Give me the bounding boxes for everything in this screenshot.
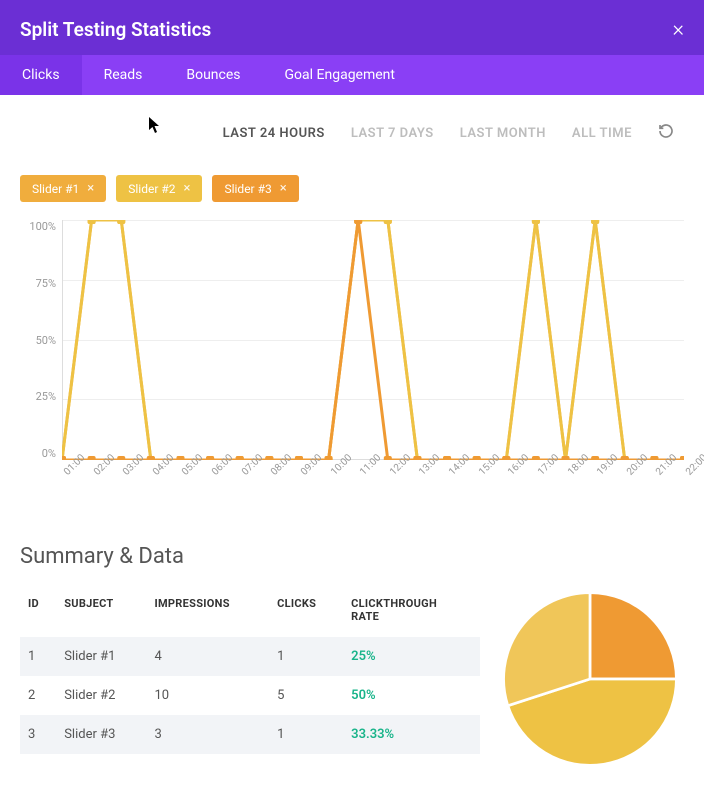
col-header: IMPRESSIONS xyxy=(146,589,269,637)
data-point xyxy=(384,220,392,224)
tab-clicks[interactable]: Clicks xyxy=(0,55,82,95)
col-header: SUBJECT xyxy=(56,589,146,637)
tab-bounces[interactable]: Bounces xyxy=(164,55,262,95)
summary-table: IDSUBJECTIMPRESSIONSCLICKSCLICKTHROUGHRA… xyxy=(20,589,480,754)
modal-title: Split Testing Statistics xyxy=(20,18,211,41)
data-point xyxy=(325,456,333,460)
table-row: 2Slider #210550% xyxy=(20,676,480,715)
data-point xyxy=(680,456,684,460)
data-point xyxy=(206,456,214,460)
remove-icon[interactable]: × xyxy=(280,181,287,196)
time-range-nav: LAST 24 HOURS LAST 7 DAYS LAST MONTH ALL TI… xyxy=(20,95,684,175)
table-row: 3Slider #33133.33% xyxy=(20,715,480,754)
time-range-all-time[interactable]: ALL TIME xyxy=(572,126,632,141)
data-point xyxy=(236,456,244,460)
table-row: 1Slider #14125% xyxy=(20,637,480,676)
col-header: CLICKS xyxy=(269,589,343,637)
chip-label: Slider #1 xyxy=(32,182,79,196)
y-axis: 100% 75% 50% 25% 0% xyxy=(20,220,60,460)
data-point xyxy=(562,456,570,460)
data-point xyxy=(591,220,599,224)
data-point xyxy=(62,456,66,460)
tab-goal-engagement[interactable]: Goal Engagement xyxy=(263,55,417,95)
data-point xyxy=(88,220,96,224)
data-point xyxy=(88,456,96,460)
data-point xyxy=(384,456,392,460)
chip-label: Slider #2 xyxy=(128,182,175,196)
data-point xyxy=(621,456,629,460)
data-point xyxy=(176,456,184,460)
data-point xyxy=(443,456,451,460)
cell-clicks: 1 xyxy=(269,637,343,676)
modal-header: Split Testing Statistics × xyxy=(0,0,704,55)
data-point xyxy=(473,456,481,460)
series-filter-chips: Slider #1 × Slider #2 × Slider #3 × xyxy=(20,175,684,202)
reset-icon[interactable] xyxy=(658,123,674,143)
data-point xyxy=(147,456,155,460)
data-point xyxy=(354,220,362,224)
pie-slice xyxy=(590,593,676,679)
y-tick: 100% xyxy=(20,220,56,233)
cell-subject: Slider #3 xyxy=(56,715,146,754)
cell-ctr: 33.33% xyxy=(343,715,480,754)
col-header: ID xyxy=(20,589,56,637)
cell-subject: Slider #2 xyxy=(56,676,146,715)
data-point xyxy=(532,220,540,224)
x-tick: 22:00 xyxy=(684,452,704,477)
col-header: CLICKTHROUGHRATE xyxy=(343,589,480,637)
cell-id: 3 xyxy=(20,715,56,754)
cell-subject: Slider #1 xyxy=(56,637,146,676)
cell-impressions: 10 xyxy=(146,676,269,715)
cell-clicks: 1 xyxy=(269,715,343,754)
cell-clicks: 5 xyxy=(269,676,343,715)
cell-impressions: 4 xyxy=(146,637,269,676)
data-point xyxy=(295,456,303,460)
y-tick: 0% xyxy=(20,447,56,460)
summary-heading: Summary & Data xyxy=(20,544,684,569)
chart-lines xyxy=(62,220,684,460)
remove-icon[interactable]: × xyxy=(184,181,191,196)
data-point xyxy=(413,456,421,460)
time-range-last-month[interactable]: LAST MONTH xyxy=(460,126,546,141)
chip-label: Slider #3 xyxy=(224,182,271,196)
cell-id: 2 xyxy=(20,676,56,715)
cell-ctr: 50% xyxy=(343,676,480,715)
data-point xyxy=(591,456,599,460)
x-axis: 01:0002:0003:0004:0005:0006:0007:0008:00… xyxy=(62,462,684,500)
time-range-last-7-days[interactable]: LAST 7 DAYS xyxy=(351,126,434,141)
y-tick: 50% xyxy=(20,334,56,347)
data-point xyxy=(117,220,125,224)
time-range-last-24-hours[interactable]: LAST 24 HOURS xyxy=(223,126,325,141)
series-chip-1[interactable]: Slider #1 × xyxy=(20,175,106,202)
cell-impressions: 3 xyxy=(146,715,269,754)
tab-reads[interactable]: Reads xyxy=(82,55,165,95)
y-tick: 25% xyxy=(20,390,56,403)
cell-ctr: 25% xyxy=(343,637,480,676)
remove-icon[interactable]: × xyxy=(87,181,94,196)
data-point xyxy=(502,456,510,460)
data-point xyxy=(650,456,658,460)
y-tick: 75% xyxy=(20,277,56,290)
series-chip-2[interactable]: Slider #2 × xyxy=(116,175,202,202)
cell-id: 1 xyxy=(20,637,56,676)
close-icon[interactable]: × xyxy=(672,19,684,41)
data-point xyxy=(532,456,540,460)
metric-tabs: ClicksReadsBouncesGoal Engagement xyxy=(0,55,704,95)
pie-chart xyxy=(500,589,680,769)
series-chip-3[interactable]: Slider #3 × xyxy=(212,175,298,202)
data-point xyxy=(265,456,273,460)
line-chart: 100% 75% 50% 25% 0% 01:0002:0003:0004:0005:0… xyxy=(20,220,684,500)
data-point xyxy=(117,456,125,460)
